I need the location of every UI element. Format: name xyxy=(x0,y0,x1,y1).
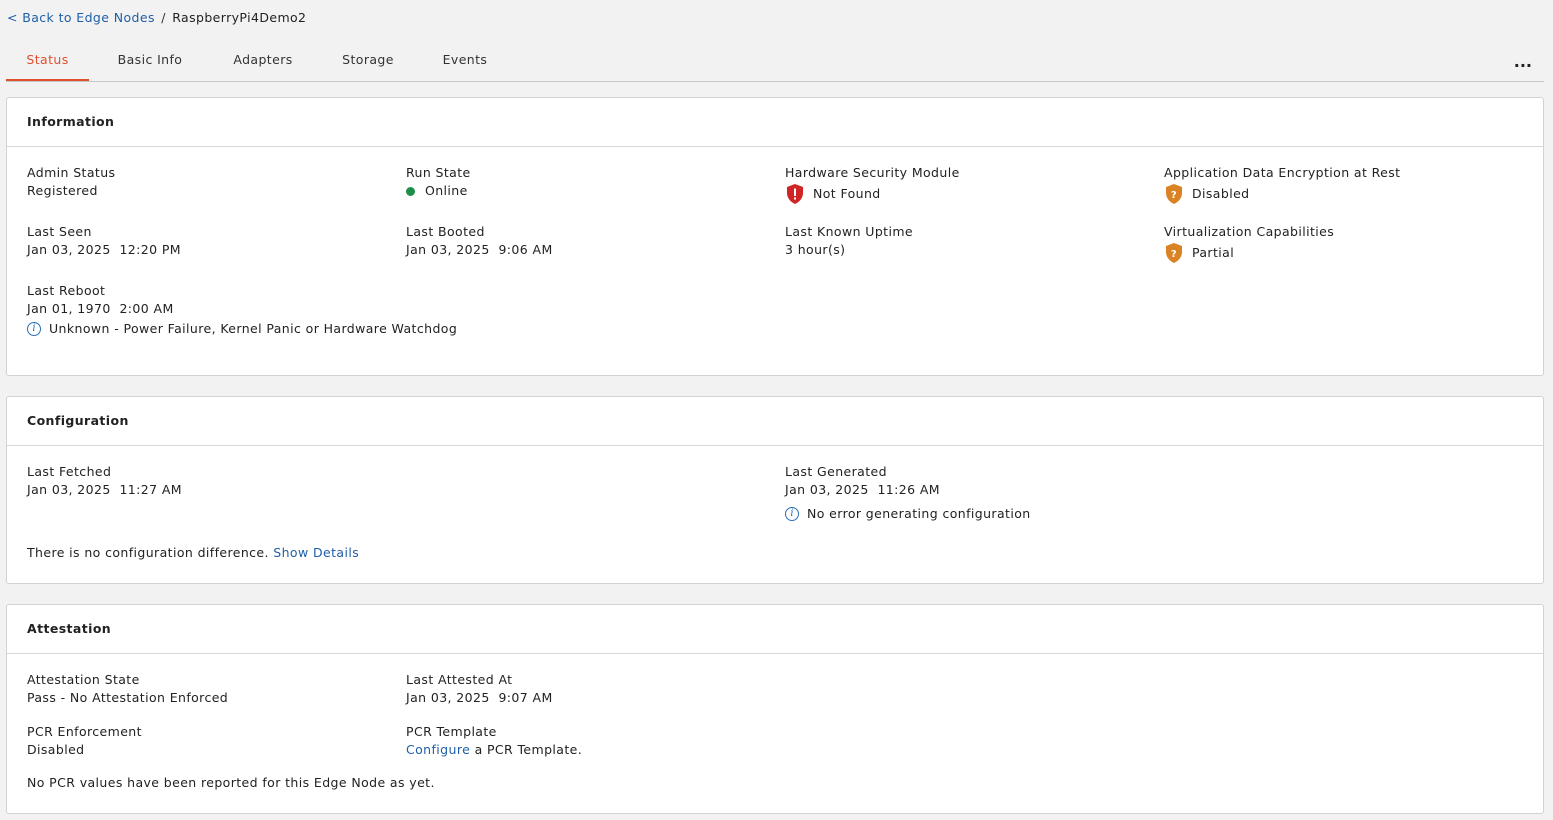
config-diff-row: There is no configuration difference. Sh… xyxy=(27,545,359,560)
virtualization-field: Virtualization Capabilities ? Partial xyxy=(1164,223,1334,265)
alert-shield-icon xyxy=(787,184,803,204)
information-card: Information Admin Status Registered Run … xyxy=(6,97,1544,376)
attestation-state-value: Pass - No Attestation Enforced xyxy=(27,690,229,705)
last-attested-field: Last Attested At Jan 03, 2025 9:07 AM xyxy=(406,671,553,707)
pcr-template-label: PCR Template xyxy=(406,724,497,739)
config-diff-text: There is no configuration difference. xyxy=(27,545,269,560)
tab-adapters[interactable]: Adapters xyxy=(228,52,298,80)
last-fetched-field: Last Fetched Jan 03, 2025 11:27 AM xyxy=(27,463,182,499)
attestation-state-label: Attestation State xyxy=(27,672,140,687)
uptime-label: Last Known Uptime xyxy=(785,224,914,239)
last-generated-label: Last Generated xyxy=(785,464,887,479)
pcr-template-field: PCR Template Configure a PCR Template. xyxy=(406,723,582,759)
last-fetched-label: Last Fetched xyxy=(27,464,112,479)
online-status-dot xyxy=(406,186,415,196)
last-generated-field: Last Generated Jan 03, 2025 11:26 AM i N… xyxy=(785,463,1031,524)
tab-status[interactable]: Status xyxy=(6,52,89,81)
pcr-enforcement-label: PCR Enforcement xyxy=(27,724,142,739)
last-reboot-field: Last Reboot Jan 01, 1970 2:00 AM i Unkno… xyxy=(27,282,457,339)
hsm-field: Hardware Security Module Not Found xyxy=(785,164,960,206)
breadcrumb-current: RaspberryPi4Demo2 xyxy=(172,10,307,25)
last-booted-value: Jan 03, 2025 9:06 AM xyxy=(406,242,553,257)
info-icon: i xyxy=(785,507,799,521)
breadcrumb-separator: / xyxy=(161,10,166,25)
last-seen-field: Last Seen Jan 03, 2025 12:20 PM xyxy=(27,223,181,259)
svg-text:?: ? xyxy=(1171,190,1177,201)
admin-status-value: Registered xyxy=(27,183,98,198)
run-state-field: Run State Online xyxy=(406,164,471,200)
admin-status-label: Admin Status xyxy=(27,165,116,180)
configuration-card: Configuration Last Fetched Jan 03, 2025 … xyxy=(6,396,1544,584)
last-booted-field: Last Booted Jan 03, 2025 9:06 AM xyxy=(406,223,553,259)
show-details-link[interactable]: Show Details xyxy=(273,545,359,560)
last-reboot-reason: Unknown - Power Failure, Kernel Panic or… xyxy=(49,321,458,336)
tab-bar: Status Basic Info Adapters Storage Event… xyxy=(6,44,1544,82)
uptime-field: Last Known Uptime 3 hour(s) xyxy=(785,223,913,259)
last-generated-note: No error generating configuration xyxy=(807,506,1031,521)
attestation-state-field: Attestation State Pass - No Attestation … xyxy=(27,671,228,707)
last-attested-value: Jan 03, 2025 9:07 AM xyxy=(406,690,553,705)
configure-pcr-template-link[interactable]: Configure xyxy=(406,742,470,757)
svg-text:?: ? xyxy=(1171,249,1177,260)
hsm-label: Hardware Security Module xyxy=(785,165,960,180)
run-state-label: Run State xyxy=(406,165,471,180)
last-generated-value: Jan 03, 2025 11:26 AM xyxy=(785,482,940,497)
last-seen-label: Last Seen xyxy=(27,224,92,239)
pcr-enforcement-value: Disabled xyxy=(27,742,85,757)
information-title: Information xyxy=(7,98,1543,147)
back-to-edge-nodes-link[interactable]: < Back to Edge Nodes xyxy=(7,10,155,25)
encryption-label: Application Data Encryption at Rest xyxy=(1164,165,1401,180)
configuration-title: Configuration xyxy=(7,397,1543,446)
uptime-value: 3 hour(s) xyxy=(785,242,846,257)
last-booted-label: Last Booted xyxy=(406,224,485,239)
last-seen-value: Jan 03, 2025 12:20 PM xyxy=(27,242,181,257)
breadcrumb: < Back to Edge Nodes / RaspberryPi4Demo2 xyxy=(7,10,306,25)
tab-events[interactable]: Events xyxy=(438,52,492,80)
last-reboot-label: Last Reboot xyxy=(27,283,106,298)
last-attested-label: Last Attested At xyxy=(406,672,513,687)
virtualization-value: Partial xyxy=(1192,245,1235,260)
virtualization-label: Virtualization Capabilities xyxy=(1164,224,1335,239)
pcr-footer: No PCR values have been reported for thi… xyxy=(27,775,435,790)
pcr-enforcement-field: PCR Enforcement Disabled xyxy=(27,723,142,759)
question-shield-icon: ? xyxy=(1166,184,1182,204)
tab-storage[interactable]: Storage xyxy=(337,52,399,80)
info-icon: i xyxy=(27,322,41,336)
last-reboot-value: Jan 01, 1970 2:00 AM xyxy=(27,301,174,316)
pcr-template-suffix: a PCR Template. xyxy=(474,742,583,757)
question-shield-icon: ? xyxy=(1166,243,1182,263)
attestation-card: Attestation Attestation State Pass - No … xyxy=(6,604,1544,814)
encryption-field: Application Data Encryption at Rest ? Di… xyxy=(1164,164,1400,206)
encryption-value: Disabled xyxy=(1192,186,1250,201)
more-options-icon[interactable]: ... xyxy=(1514,52,1532,71)
last-fetched-value: Jan 03, 2025 11:27 AM xyxy=(27,482,182,497)
attestation-title: Attestation xyxy=(7,605,1543,654)
run-state-value: Online xyxy=(425,183,468,198)
admin-status-field: Admin Status Registered xyxy=(27,164,115,200)
hsm-value: Not Found xyxy=(813,186,881,201)
tab-basic-info[interactable]: Basic Info xyxy=(113,52,187,80)
